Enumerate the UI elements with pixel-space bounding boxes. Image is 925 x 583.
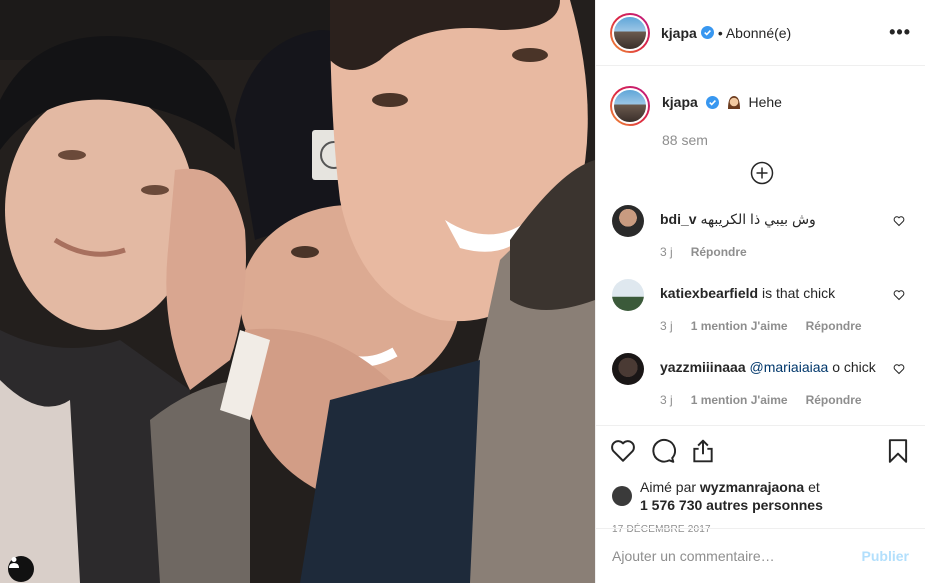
comment-text: وش بيبي ذا الكريبهه xyxy=(700,211,816,227)
comment-text: is that chick xyxy=(761,285,836,301)
comment-item: bdi_v وش بيبي ذا الكريبهه 3 j Répondre xyxy=(610,205,911,259)
post-photo[interactable] xyxy=(0,0,595,583)
comment-item: yazzmiiinaaa @mariaiaiaa o chick 3 j 1 me… xyxy=(610,353,911,407)
comment-input[interactable] xyxy=(612,548,862,564)
comment-time: 3 j xyxy=(660,245,673,259)
comment-text: o chick xyxy=(832,359,876,375)
verified-icon xyxy=(705,96,719,109)
comment-like-icon[interactable] xyxy=(893,289,905,301)
likes-count[interactable]: 1 576 730 autres personnes xyxy=(640,497,823,513)
comment-icon[interactable] xyxy=(650,438,676,464)
likes-prefix: Aimé par xyxy=(640,479,697,495)
reply-button[interactable]: Répondre xyxy=(806,393,862,407)
comment-time: 3 j xyxy=(660,319,673,333)
liker-avatar[interactable] xyxy=(612,486,632,506)
heart-icon[interactable] xyxy=(610,438,636,464)
user-tag-icon xyxy=(9,557,19,568)
verified-icon xyxy=(700,26,714,39)
share-icon[interactable] xyxy=(690,438,716,464)
comment-mention[interactable]: @mariaiaiaa xyxy=(750,359,829,375)
load-more-button[interactable] xyxy=(750,161,774,185)
photo-illustration xyxy=(0,0,595,583)
author-username[interactable]: kjapa xyxy=(661,25,697,41)
caption-username[interactable]: kjapa xyxy=(662,94,698,110)
comment-username[interactable]: yazzmiiinaaa xyxy=(660,359,746,375)
comment-likes-count[interactable]: 1 mention J'aime xyxy=(691,319,788,333)
reply-button[interactable]: Répondre xyxy=(806,319,862,333)
caption-text: Hehe xyxy=(748,94,782,110)
commenter-avatar[interactable] xyxy=(612,353,644,385)
publish-button[interactable]: Publier xyxy=(862,548,909,564)
likes-summary: Aimé par wyzmanrajaona et 1 576 730 autr… xyxy=(596,476,925,516)
reply-button[interactable]: Répondre xyxy=(691,245,747,259)
comment-username[interactable]: bdi_v xyxy=(660,211,697,227)
comments-list[interactable]: kjapa Hehe 88 sem bdi_v وش بيبي ذا الكري… xyxy=(596,66,925,426)
follow-status[interactable]: • Abonné(e) xyxy=(718,25,791,41)
caption: kjapa Hehe xyxy=(610,86,911,126)
comment-item: katiexbearfield is that chick 3 j 1 menti… xyxy=(610,279,911,333)
liker-username[interactable]: wyzmanrajaona xyxy=(700,479,804,495)
user-tag-button[interactable] xyxy=(8,556,34,582)
more-icon[interactable]: ••• xyxy=(889,22,911,43)
post-header: kjapa • Abonné(e) ••• xyxy=(596,0,925,66)
commenter-avatar[interactable] xyxy=(612,279,644,311)
comment-username[interactable]: katiexbearfield xyxy=(660,285,758,301)
woman-emoji-icon xyxy=(726,94,742,110)
comment-like-icon[interactable] xyxy=(893,363,905,375)
commenter-avatar[interactable] xyxy=(612,205,644,237)
comment-like-icon[interactable] xyxy=(893,215,905,227)
likes-suffix: et xyxy=(808,479,820,495)
comment-time: 3 j xyxy=(660,393,673,407)
comment-form: Publier xyxy=(596,528,925,583)
load-more-icon xyxy=(750,161,774,185)
caption-time: 88 sem xyxy=(662,132,708,148)
comment-likes-count[interactable]: 1 mention J'aime xyxy=(691,393,788,407)
post-panel: kjapa • Abonné(e) ••• kjapa Hehe 88 sem xyxy=(595,0,925,583)
author-avatar[interactable] xyxy=(610,12,650,53)
bookmark-icon[interactable] xyxy=(885,438,911,464)
action-bar xyxy=(596,426,925,476)
caption-avatar[interactable] xyxy=(610,86,650,126)
